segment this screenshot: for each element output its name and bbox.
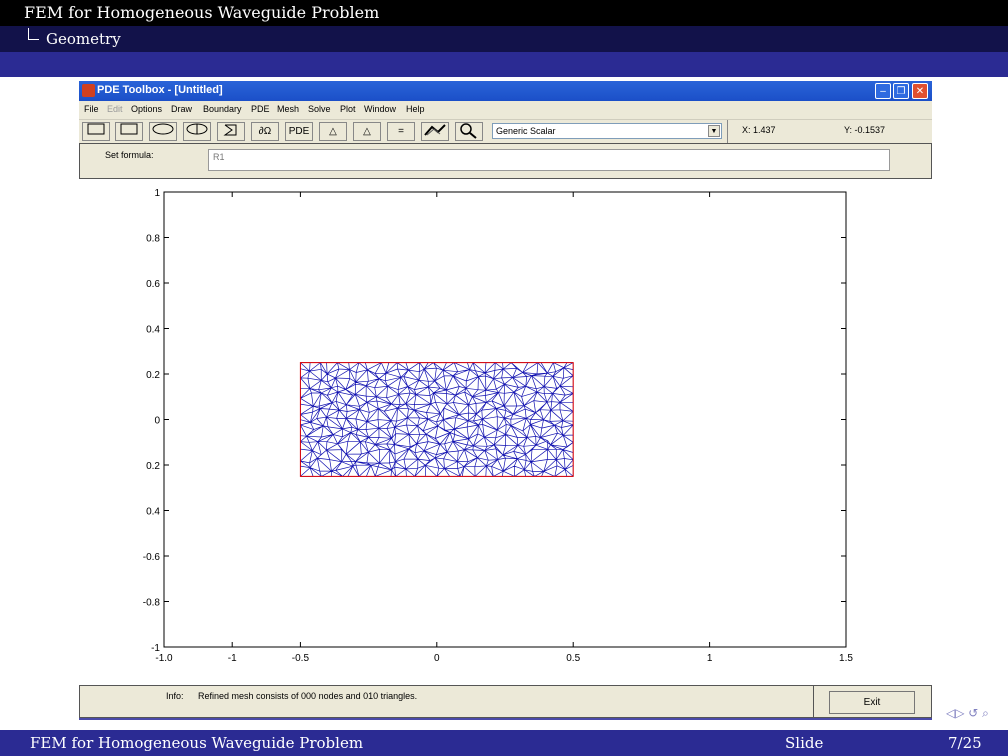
menu-pde[interactable]: PDE xyxy=(251,104,270,114)
y-tick-label: 0.6 xyxy=(146,279,160,290)
menu-mesh[interactable]: Mesh xyxy=(277,104,299,114)
init-mesh-icon[interactable]: △ xyxy=(319,122,347,141)
application-mode-value: Generic Scalar xyxy=(496,126,556,136)
menu-solve[interactable]: Solve xyxy=(308,104,331,114)
menu-draw[interactable]: Draw xyxy=(171,104,192,114)
y-tick-label: 0.2 xyxy=(146,370,160,381)
beamer-navigation-icons[interactable]: ◁▷ ↺ ⌕ xyxy=(946,706,989,721)
y-tick-label: 1 xyxy=(154,188,160,199)
minimize-icon[interactable]: – xyxy=(875,83,891,99)
application-mode-select[interactable]: Generic Scalar ▼ xyxy=(492,123,722,139)
window-title: PDE Toolbox - [Untitled] xyxy=(97,84,223,96)
x-tick-label: -1 xyxy=(228,653,237,664)
toolbar: ∂Ω PDE △ △ = Generic Scalar ▼ X: 1.437 Y… xyxy=(79,119,932,144)
footer-title: FEM for Homogeneous Waveguide Problem xyxy=(30,734,364,752)
x-tick-label: 0.5 xyxy=(566,653,580,664)
menu-options[interactable]: Options xyxy=(131,104,162,114)
y-tick-label: -1 xyxy=(151,643,160,654)
ellipse-center-icon[interactable] xyxy=(183,122,211,141)
tree-branch-icon xyxy=(28,28,39,40)
y-tick-label: 0.2 xyxy=(146,461,160,472)
coordinate-readout: X: 1.437 Y: -0.1537 xyxy=(727,120,933,144)
y-tick-label: -0.6 xyxy=(143,552,161,563)
window-titlebar: PDE Toolbox - [Untitled] – ❐ ✕ xyxy=(79,81,932,101)
pde-toolbox-window: PDE Toolbox - [Untitled] – ❐ ✕ File Edit… xyxy=(79,81,932,181)
x-tick-label: -1.0 xyxy=(155,653,173,664)
polygon-icon[interactable] xyxy=(217,122,245,141)
info-text: Refined mesh consists of 000 nodes and 0… xyxy=(198,691,418,701)
x-tick-label: 1.5 xyxy=(839,653,853,664)
y-tick-label: 0.8 xyxy=(146,234,160,245)
slide-header-bar: FEM for Homogeneous Waveguide Problem xyxy=(0,0,1008,26)
plot-icon[interactable] xyxy=(421,122,449,141)
footer-page-number: 7/25 xyxy=(948,734,982,752)
boundary-mode-icon[interactable]: ∂Ω xyxy=(251,122,279,141)
menu-window[interactable]: Window xyxy=(364,104,396,114)
set-formula-bar: Set formula: R1 xyxy=(79,143,932,179)
y-tick-label: 0.4 xyxy=(146,507,160,518)
refine-mesh-icon[interactable]: △ xyxy=(353,122,381,141)
slide-header-strip xyxy=(0,52,1008,77)
y-tick-label: 0.4 xyxy=(146,325,160,336)
slide-header-title: FEM for Homogeneous Waveguide Problem xyxy=(24,3,380,22)
x-tick-label: 0 xyxy=(434,653,440,664)
slide-footer: FEM for Homogeneous Waveguide Problem Sl… xyxy=(0,730,1008,756)
restore-icon[interactable]: ❐ xyxy=(893,83,909,99)
menu-edit[interactable]: Edit xyxy=(107,104,123,114)
set-formula-label: Set formula: xyxy=(105,150,154,160)
y-coordinate: Y: -0.1537 xyxy=(844,125,886,135)
zoom-icon[interactable] xyxy=(455,122,483,141)
matlab-app-icon xyxy=(82,84,95,97)
slide-subheader-title: Geometry xyxy=(46,30,121,48)
slide-subheader-bar: Geometry xyxy=(0,26,1008,52)
exit-button[interactable]: Exit xyxy=(829,691,915,714)
x-tick-label: -0.5 xyxy=(292,653,310,664)
solve-icon[interactable]: = xyxy=(387,122,415,141)
rectangle-corner-icon[interactable] xyxy=(82,122,110,141)
status-divider xyxy=(813,686,814,717)
window-bottom-border xyxy=(79,718,932,720)
x-coordinate: X: 1.437 xyxy=(742,125,776,135)
x-tick-label: 1 xyxy=(707,653,713,664)
menu-file[interactable]: File xyxy=(84,104,99,114)
rectangle-center-icon[interactable] xyxy=(115,122,143,141)
pde-mode-icon[interactable]: PDE xyxy=(285,122,313,141)
y-tick-label: 0 xyxy=(154,416,160,427)
close-icon[interactable]: ✕ xyxy=(912,83,928,99)
y-tick-label: -0.8 xyxy=(143,598,161,609)
ellipse-corner-icon[interactable] xyxy=(149,122,177,141)
status-bar: Info: Refined mesh consists of 000 nodes… xyxy=(79,685,932,718)
menu-boundary[interactable]: Boundary xyxy=(203,104,242,114)
menu-bar: File Edit Options Draw Boundary PDE Mesh… xyxy=(79,101,932,119)
menu-plot[interactable]: Plot xyxy=(340,104,356,114)
info-label: Info: xyxy=(166,691,184,701)
menu-help[interactable]: Help xyxy=(406,104,425,114)
set-formula-input[interactable]: R1 xyxy=(208,149,890,171)
chevron-down-icon[interactable]: ▼ xyxy=(708,125,720,137)
footer-section: Slide xyxy=(785,734,824,752)
